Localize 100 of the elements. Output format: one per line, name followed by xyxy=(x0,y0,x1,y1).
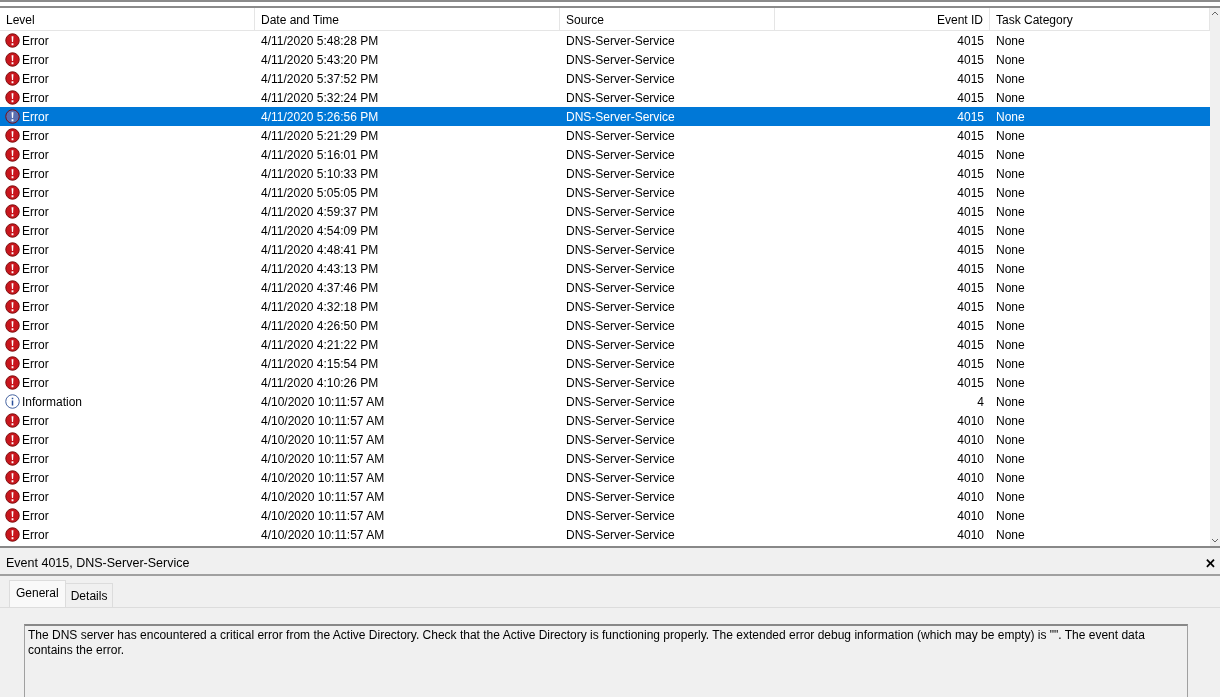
event-row[interactable]: Error 4/11/2020 4:48:41 PM DNS-Server-Service 4015 None xyxy=(0,240,1210,259)
event-row[interactable]: Information 4/10/2020 10:11:57 AM DNS-Server-Service 4 None xyxy=(0,392,1210,411)
event-row[interactable]: Error 4/10/2020 10:11:57 AM DNS-Server-Service 4010 None xyxy=(0,506,1210,525)
column-header[interactable]: Source xyxy=(560,8,775,30)
source-text: DNS-Server-Service xyxy=(566,51,675,69)
event-row[interactable]: Error 4/11/2020 4:15:54 PM DNS-Server-Service 4015 None xyxy=(0,354,1210,373)
event-row[interactable]: Error 4/11/2020 5:10:33 PM DNS-Server-Service 4015 None xyxy=(0,164,1210,183)
event-id-text: 4015 xyxy=(957,317,984,335)
event-row[interactable]: Error 4/11/2020 4:43:13 PM DNS-Server-Service 4015 None xyxy=(0,259,1210,278)
source-text: DNS-Server-Service xyxy=(566,260,675,278)
date-text: 4/11/2020 4:15:54 PM xyxy=(261,355,379,373)
level-text: Error xyxy=(22,51,49,69)
source-text: DNS-Server-Service xyxy=(566,70,675,88)
level-text: Error xyxy=(22,260,49,278)
task-category-text: None xyxy=(996,507,1025,525)
event-id-text: 4015 xyxy=(957,184,984,202)
source-text: DNS-Server-Service xyxy=(566,241,675,259)
error-icon xyxy=(5,223,20,238)
event-id-text: 4015 xyxy=(957,89,984,107)
column-header[interactable]: Date and Time xyxy=(255,8,560,30)
task-category-text: None xyxy=(996,165,1025,183)
source-text: DNS-Server-Service xyxy=(566,184,675,202)
event-row[interactable]: Error 4/10/2020 10:11:57 AM DNS-Server-Service 4010 None xyxy=(0,525,1210,544)
date-text: 4/11/2020 4:21:22 PM xyxy=(261,336,379,354)
date-text: 4/10/2020 10:11:57 AM xyxy=(261,469,385,487)
task-category-text: None xyxy=(996,51,1025,69)
date-text: 4/11/2020 4:54:09 PM xyxy=(261,222,379,240)
event-row[interactable]: Error 4/11/2020 5:43:20 PM DNS-Server-Service 4015 None xyxy=(0,50,1210,69)
date-text: 4/11/2020 5:43:20 PM xyxy=(261,51,379,69)
source-text: DNS-Server-Service xyxy=(566,222,675,240)
error-icon xyxy=(5,432,20,447)
task-category-text: None xyxy=(996,412,1025,430)
event-row[interactable]: Error 4/11/2020 5:21:29 PM DNS-Server-Service 4015 None xyxy=(0,126,1210,145)
event-row[interactable]: Error 4/11/2020 4:26:50 PM DNS-Server-Service 4015 None xyxy=(0,316,1210,335)
event-id-text: 4 xyxy=(977,393,984,411)
event-row[interactable]: Error 4/11/2020 4:21:22 PM DNS-Server-Service 4015 None xyxy=(0,335,1210,354)
date-text: 4/11/2020 5:48:28 PM xyxy=(261,32,379,50)
source-text: DNS-Server-Service xyxy=(566,89,675,107)
event-id-text: 4015 xyxy=(957,51,984,69)
event-id-text: 4010 xyxy=(957,469,984,487)
source-text: DNS-Server-Service xyxy=(566,127,675,145)
error-icon xyxy=(5,261,20,276)
level-text: Error xyxy=(22,412,49,430)
error-icon xyxy=(5,204,20,219)
event-row[interactable]: Error 4/11/2020 5:48:28 PM DNS-Server-Service 4015 None xyxy=(0,31,1210,50)
error-icon xyxy=(5,337,20,352)
source-text: DNS-Server-Service xyxy=(566,412,675,430)
close-button[interactable]: ✕ xyxy=(1205,557,1216,570)
error-icon xyxy=(5,318,20,333)
level-text: Error xyxy=(22,298,49,316)
event-row[interactable]: Error 4/10/2020 10:11:57 AM DNS-Server-Service 4010 None xyxy=(0,430,1210,449)
level-text: Error xyxy=(22,184,49,202)
task-category-text: None xyxy=(996,374,1025,392)
event-row[interactable]: Error 4/11/2020 5:05:05 PM DNS-Server-Service 4015 None xyxy=(0,183,1210,202)
event-id-text: 4015 xyxy=(957,298,984,316)
vertical-scrollbar[interactable] xyxy=(1210,8,1220,546)
error-icon xyxy=(5,90,20,105)
task-category-text: None xyxy=(996,355,1025,373)
event-row[interactable]: Error 4/11/2020 4:10:26 PM DNS-Server-Service 4015 None xyxy=(0,373,1210,392)
event-id-text: 4010 xyxy=(957,507,984,525)
event-row[interactable]: Error 4/11/2020 5:16:01 PM DNS-Server-Service 4015 None xyxy=(0,145,1210,164)
event-row[interactable]: Error 4/11/2020 4:32:18 PM DNS-Server-Service 4015 None xyxy=(0,297,1210,316)
date-text: 4/11/2020 5:21:29 PM xyxy=(261,127,379,145)
date-text: 4/10/2020 10:11:57 AM xyxy=(261,431,385,449)
level-text: Error xyxy=(22,374,49,392)
column-header[interactable]: Level xyxy=(0,8,255,30)
pane-splitter[interactable] xyxy=(0,0,1220,8)
source-text: DNS-Server-Service xyxy=(566,32,675,50)
tab[interactable]: Details xyxy=(64,583,114,607)
error-icon xyxy=(5,375,20,390)
event-row[interactable]: Error 4/10/2020 10:11:57 AM DNS-Server-Service 4010 None xyxy=(0,468,1210,487)
tab[interactable]: General xyxy=(9,580,66,607)
column-header[interactable]: Event ID xyxy=(775,8,990,30)
error-icon xyxy=(5,489,20,504)
task-category-text: None xyxy=(996,279,1025,297)
event-row[interactable]: Error 4/11/2020 4:37:46 PM DNS-Server-Service 4015 None xyxy=(0,278,1210,297)
event-row[interactable]: Error 4/11/2020 5:32:24 PM DNS-Server-Service 4015 None xyxy=(0,88,1210,107)
event-id-text: 4015 xyxy=(957,374,984,392)
level-text: Error xyxy=(22,317,49,335)
task-category-text: None xyxy=(996,298,1025,316)
source-text: DNS-Server-Service xyxy=(566,526,675,544)
event-id-text: 4015 xyxy=(957,279,984,297)
event-row[interactable]: Error 4/10/2020 10:11:57 AM DNS-Server-Service 4010 None xyxy=(0,487,1210,506)
error-icon xyxy=(5,242,20,257)
level-text: Error xyxy=(22,222,49,240)
date-text: 4/11/2020 5:16:01 PM xyxy=(261,146,379,164)
event-row[interactable]: Error 4/11/2020 4:54:09 PM DNS-Server-Service 4015 None xyxy=(0,221,1210,240)
event-row[interactable]: Error 4/11/2020 4:59:37 PM DNS-Server-Service 4015 None xyxy=(0,202,1210,221)
event-row[interactable]: Error 4/11/2020 5:37:52 PM DNS-Server-Service 4015 None xyxy=(0,69,1210,88)
event-row[interactable]: Error 4/10/2020 10:11:57 AM DNS-Server-Service 4010 None xyxy=(0,411,1210,430)
event-row[interactable]: Error 4/11/2020 5:26:56 PM DNS-Server-Service 4015 None xyxy=(0,107,1210,126)
date-text: 4/11/2020 4:37:46 PM xyxy=(261,279,379,297)
event-row[interactable]: Error 4/10/2020 10:11:57 AM DNS-Server-Service 4010 None xyxy=(0,449,1210,468)
date-text: 4/11/2020 4:48:41 PM xyxy=(261,241,379,259)
task-category-text: None xyxy=(996,146,1025,164)
event-id-text: 4015 xyxy=(957,241,984,259)
level-text: Error xyxy=(22,336,49,354)
event-id-text: 4015 xyxy=(957,222,984,240)
event-id-text: 4010 xyxy=(957,412,984,430)
source-text: DNS-Server-Service xyxy=(566,469,675,487)
